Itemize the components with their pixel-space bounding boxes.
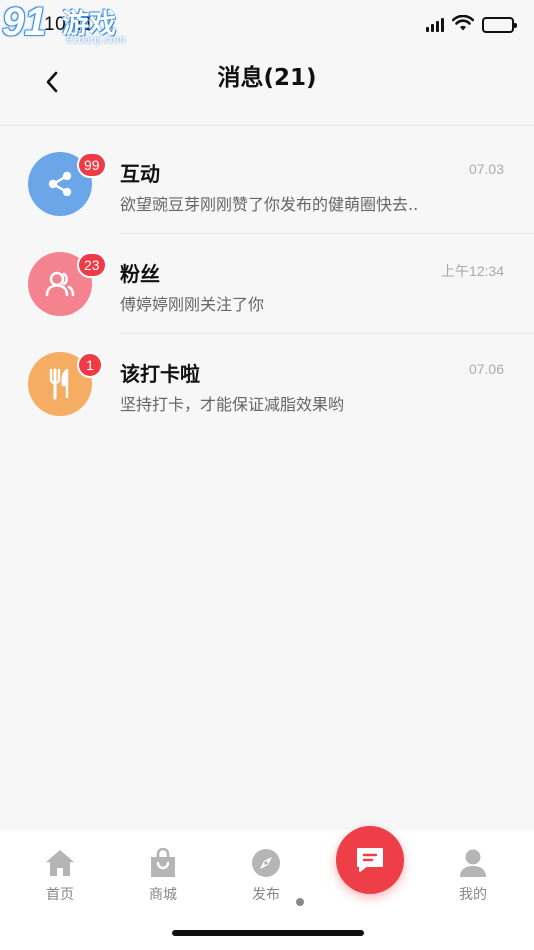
home-indicator[interactable] [172,930,364,936]
tab-home[interactable]: 首页 [30,848,90,904]
status-bar: 10:41 91 游戏 91danji.com [0,0,534,50]
battery-icon [482,17,517,33]
message-title: 该打卡啦 [120,362,200,386]
message-preview: 傅婷婷刚刚关注了你 [120,295,265,314]
message-list: 99 互动 欲望豌豆芽刚刚赞了你发布的健萌圈快去.. 07.03 23 粉丝 傅… [0,134,534,434]
tab-label: 我的 [459,887,487,903]
status-icons [426,14,517,35]
tab-label: 商城 [149,887,177,903]
message-time: 07.06 [468,361,504,377]
message-item-fans[interactable]: 23 粉丝 傅婷婷刚刚关注了你 上午12:34 [0,234,534,334]
watermark-logo: 91 游戏 91danji.com [2,0,126,46]
compass-icon [251,848,281,878]
unread-badge: 23 [77,252,107,278]
tab-publish[interactable]: 发布 [236,848,296,904]
shopping-bag-icon [148,848,178,878]
tab-label: 发布 [252,887,280,903]
message-title: 互动 [120,162,160,186]
tab-profile[interactable]: 我的 [443,848,503,904]
bottom-tab-bar: 首页 商城 发布 我的 [0,826,534,950]
wifi-icon [451,14,475,35]
page-title: 消息(21) [217,65,317,91]
message-icon [357,848,383,872]
cellular-signal-icon [426,18,444,32]
message-preview: 坚持打卡，才能保证减脂效果哟 [120,395,345,414]
users-icon [45,271,75,297]
tab-messages[interactable] [336,826,404,894]
tab-mall[interactable]: 商城 [133,848,193,904]
message-title: 粉丝 [120,262,160,286]
message-time: 上午12:34 [440,263,504,279]
message-item-checkin[interactable]: 1 该打卡啦 坚持打卡，才能保证减脂效果哟 07.06 [0,334,534,434]
message-item-interaction[interactable]: 99 互动 欲望豌豆芽刚刚赞了你发布的健萌圈快去.. 07.03 [0,134,534,234]
unread-badge: 1 [77,352,103,378]
unread-badge: 99 [77,152,107,178]
home-icon [45,848,75,878]
message-preview: 欲望豌豆芽刚刚赞了你发布的健萌圈快去.. [120,195,419,214]
tab-label: 首页 [46,887,74,903]
message-time: 07.03 [468,161,504,177]
cutlery-icon [49,368,69,400]
share-icon [48,171,72,197]
nav-header: 消息(21) [0,50,534,126]
page-indicator-dot [296,898,304,906]
profile-icon [458,848,488,878]
